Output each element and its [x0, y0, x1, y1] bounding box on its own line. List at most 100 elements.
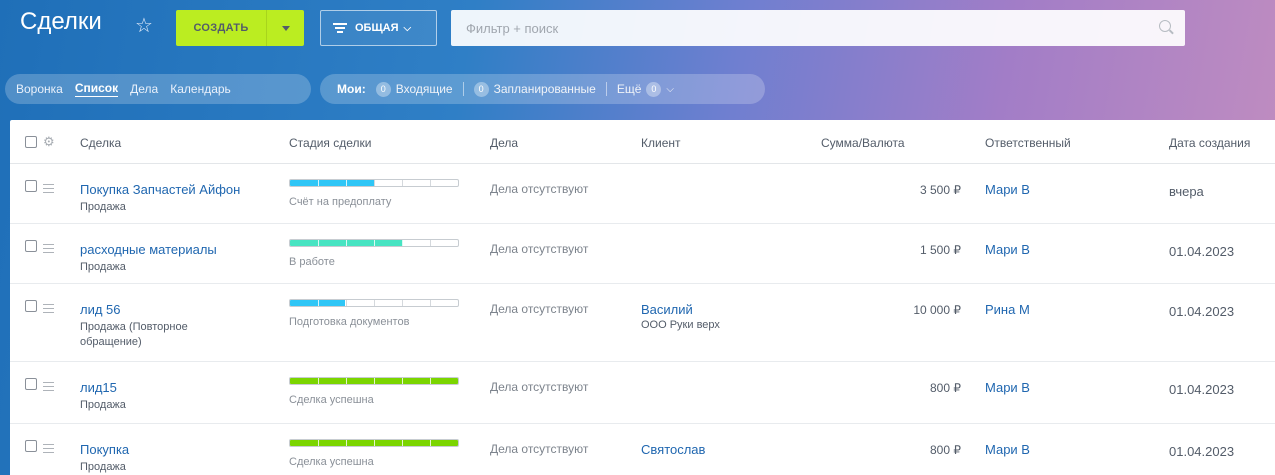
table-row[interactable]: расходные материалы Продажа В работе Дел… — [10, 224, 1275, 284]
deal-title-link[interactable]: Покупка Запчастей Айфон — [80, 182, 240, 197]
star-icon[interactable]: ☆ — [135, 13, 153, 38]
tasks-status: Дела отсутствуют — [490, 442, 589, 456]
column-header-stage[interactable]: Стадия сделки — [289, 136, 371, 150]
menu-icon[interactable] — [43, 244, 54, 256]
column-header-sum[interactable]: Сумма/Валюта — [821, 136, 905, 150]
stage-progress-bar[interactable] — [289, 239, 459, 247]
create-dropdown-button[interactable] — [266, 10, 304, 46]
deals-table: ⚙ Сделка Стадия сделки Дела Клиент Сумма… — [10, 120, 1275, 475]
created-date: 01.04.2023 — [1169, 304, 1235, 319]
stage-segment-divider — [318, 240, 319, 246]
stage-segment-divider — [374, 300, 375, 306]
menu-icon[interactable] — [43, 444, 54, 456]
deal-sum: 1 500 ₽ — [920, 243, 961, 257]
menu-icon[interactable] — [43, 304, 54, 316]
planned-count-badge: 0 — [473, 81, 489, 97]
deal-type: Продажа — [80, 201, 126, 213]
stage-segment-divider — [402, 440, 403, 446]
search-icon[interactable] — [1159, 20, 1171, 32]
column-header-responsible[interactable]: Ответственный — [985, 136, 1071, 150]
responsible-link[interactable]: Мари В — [985, 182, 1030, 197]
deal-type: Продажа — [80, 261, 126, 273]
deal-title-link[interactable]: расходные материалы — [80, 242, 217, 257]
divider — [605, 82, 607, 96]
mine-label: Мои: — [337, 82, 366, 96]
stage-label: Подготовка документов — [289, 316, 410, 328]
view-tab-funnel[interactable]: Воронка — [16, 82, 63, 96]
table-row[interactable]: лид 56 Продажа (Повторное обращение) Под… — [10, 284, 1275, 362]
row-checkbox[interactable] — [25, 240, 37, 252]
deal-title-link[interactable]: Покупка — [80, 442, 129, 457]
select-all-checkbox[interactable] — [25, 136, 37, 148]
column-header-deal[interactable]: Сделка — [80, 136, 121, 150]
stage-segment-divider — [374, 378, 375, 384]
counters-bar: Мои: 0 Входящие 0 Запланированные Ещё 0 … — [320, 74, 765, 104]
top-bar: Сделки ☆ СОЗДАТЬ ОБЩАЯ ⌵ Фильтр + поиск — [0, 0, 1275, 60]
filter-icon — [333, 21, 347, 35]
stage-label: В работе — [289, 256, 335, 268]
stage-segment-divider — [346, 440, 347, 446]
more-count-badge: 0 — [646, 81, 662, 97]
stage-segment-divider — [318, 440, 319, 446]
column-header-created[interactable]: Дата создания — [1169, 136, 1250, 150]
row-checkbox[interactable] — [25, 180, 37, 192]
row-checkbox[interactable] — [25, 440, 37, 452]
row-checkbox[interactable] — [25, 378, 37, 390]
tasks-status: Дела отсутствуют — [490, 302, 589, 316]
menu-icon[interactable] — [43, 184, 54, 196]
view-tab-list[interactable]: Список — [74, 81, 119, 97]
menu-icon[interactable] — [43, 382, 54, 394]
stage-label: Сделка успешна — [289, 456, 374, 468]
stage-progress-bar[interactable] — [289, 439, 459, 447]
stage-segment-divider — [430, 240, 431, 246]
stage-segment-divider — [374, 180, 375, 186]
responsible-link[interactable]: Мари В — [985, 242, 1030, 257]
incoming-label: Входящие — [395, 82, 453, 96]
table-row[interactable]: лид15 Продажа Сделка успешна Дела отсутс… — [10, 362, 1275, 424]
table-row[interactable]: Покупка Запчастей Айфон Продажа Счёт на … — [10, 164, 1275, 224]
view-tab-calendar[interactable]: Календарь — [170, 82, 231, 96]
column-header-tasks[interactable]: Дела — [490, 136, 518, 150]
gear-icon[interactable]: ⚙ — [43, 134, 55, 150]
incoming-counter[interactable]: 0 Входящие — [375, 81, 453, 97]
client-link[interactable]: Святослав — [641, 442, 705, 457]
responsible-link[interactable]: Рина М — [985, 302, 1030, 317]
deal-title-link[interactable]: лид15 — [80, 380, 117, 395]
stage-progress-bar[interactable] — [289, 299, 459, 307]
responsible-link[interactable]: Мари В — [985, 380, 1030, 395]
client-link[interactable]: Василий — [641, 302, 693, 317]
table-header: ⚙ Сделка Стадия сделки Дела Клиент Сумма… — [10, 120, 1275, 164]
stage-segment-divider — [402, 180, 403, 186]
table-row[interactable]: Покупка Продажа Сделка успешна Дела отсу… — [10, 424, 1275, 475]
stage-segment-divider — [430, 378, 431, 384]
stage-segment-divider — [430, 440, 431, 446]
responsible-link[interactable]: Мари В — [985, 442, 1030, 457]
stage-progress-bar[interactable] — [289, 179, 459, 187]
planned-counter[interactable]: 0 Запланированные — [473, 81, 596, 97]
deal-type: Продажа — [80, 461, 126, 473]
stage-segment-divider — [318, 300, 319, 306]
client-company: ООО Руки верх — [641, 319, 720, 331]
view-tab-tasks[interactable]: Дела — [130, 82, 158, 96]
deal-title-link[interactable]: лид 56 — [80, 302, 121, 317]
chevron-down-icon — [281, 25, 290, 31]
tasks-status: Дела отсутствуют — [490, 242, 589, 256]
create-button[interactable]: СОЗДАТЬ — [176, 10, 266, 46]
more-counter[interactable]: Ещё 0 ⌵ — [617, 81, 674, 97]
stage-segment-divider — [346, 300, 347, 306]
stage-segment-divider — [402, 240, 403, 246]
created-date: 01.04.2023 — [1169, 444, 1235, 459]
stage-segment-divider — [374, 240, 375, 246]
stage-segment-divider — [346, 240, 347, 246]
stage-segment-divider — [346, 378, 347, 384]
divider — [462, 82, 464, 96]
row-checkbox[interactable] — [25, 300, 37, 312]
general-category-button[interactable]: ОБЩАЯ ⌵ — [320, 10, 437, 46]
tasks-status: Дела отсутствуют — [490, 182, 589, 196]
stage-progress-bar[interactable] — [289, 377, 459, 385]
search-input[interactable]: Фильтр + поиск — [451, 10, 1185, 46]
stage-label: Счёт на предоплату — [289, 196, 392, 208]
stage-segment-divider — [374, 440, 375, 446]
view-toolbar: Воронка Список Дела Календарь Мои: 0 Вхо… — [0, 72, 1275, 104]
column-header-client[interactable]: Клиент — [641, 136, 681, 150]
